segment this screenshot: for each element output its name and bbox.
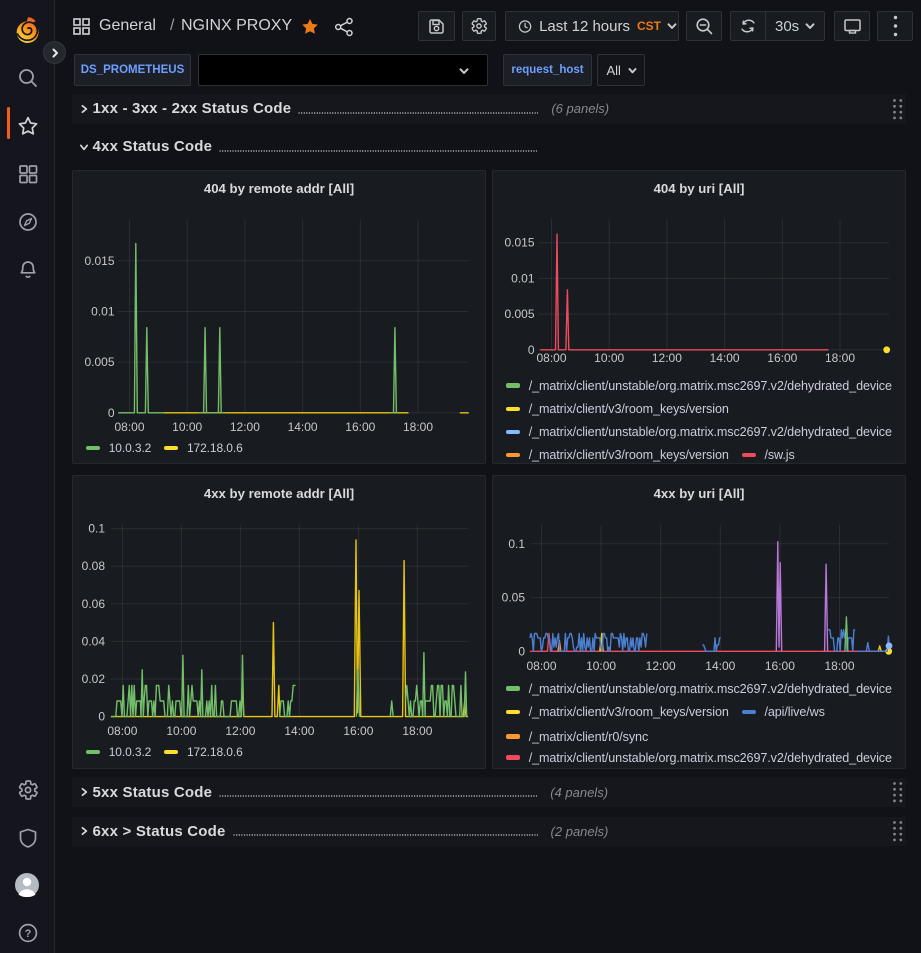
svg-text:10:00: 10:00 bbox=[586, 659, 616, 673]
svg-text:0: 0 bbox=[108, 406, 115, 420]
svg-text:0.08: 0.08 bbox=[82, 559, 106, 573]
svg-text:0: 0 bbox=[518, 644, 525, 658]
svg-text:0.015: 0.015 bbox=[84, 254, 114, 268]
svg-text:18:00: 18:00 bbox=[824, 659, 854, 673]
svg-text:0.1: 0.1 bbox=[508, 537, 525, 551]
svg-text:08:00: 08:00 bbox=[536, 351, 566, 365]
svg-text:0.01: 0.01 bbox=[91, 305, 115, 319]
svg-text:16:00: 16:00 bbox=[765, 659, 795, 673]
svg-text:10:00: 10:00 bbox=[594, 351, 624, 365]
svg-text:0.005: 0.005 bbox=[84, 355, 114, 369]
svg-text:0.015: 0.015 bbox=[504, 236, 534, 250]
svg-text:14:00: 14:00 bbox=[284, 724, 314, 738]
svg-text:08:00: 08:00 bbox=[107, 724, 137, 738]
svg-text:08:00: 08:00 bbox=[114, 420, 144, 434]
svg-text:18:00: 18:00 bbox=[402, 724, 432, 738]
svg-text:0.01: 0.01 bbox=[511, 271, 535, 285]
svg-text:0.1: 0.1 bbox=[88, 522, 105, 536]
svg-text:16:00: 16:00 bbox=[767, 351, 797, 365]
svg-text:0: 0 bbox=[98, 710, 105, 724]
svg-text:?: ? bbox=[25, 928, 32, 940]
svg-text:18:00: 18:00 bbox=[403, 420, 433, 434]
svg-text:0.02: 0.02 bbox=[82, 672, 106, 686]
svg-text:08:00: 08:00 bbox=[526, 659, 556, 673]
svg-text:12:00: 12:00 bbox=[225, 724, 255, 738]
svg-text:10:00: 10:00 bbox=[172, 420, 202, 434]
svg-text:0.04: 0.04 bbox=[82, 634, 106, 648]
svg-text:12:00: 12:00 bbox=[652, 351, 682, 365]
svg-text:16:00: 16:00 bbox=[343, 724, 373, 738]
svg-text:16:00: 16:00 bbox=[345, 420, 375, 434]
svg-text:0.06: 0.06 bbox=[82, 597, 106, 611]
svg-text:14:00: 14:00 bbox=[705, 659, 735, 673]
svg-text:14:00: 14:00 bbox=[288, 420, 318, 434]
svg-text:12:00: 12:00 bbox=[646, 659, 676, 673]
svg-text:14:00: 14:00 bbox=[710, 351, 740, 365]
svg-text:0: 0 bbox=[528, 343, 535, 357]
svg-text:10:00: 10:00 bbox=[166, 724, 196, 738]
svg-text:0.005: 0.005 bbox=[504, 307, 534, 321]
svg-text:0.05: 0.05 bbox=[502, 591, 526, 605]
svg-text:18:00: 18:00 bbox=[825, 351, 855, 365]
svg-text:12:00: 12:00 bbox=[230, 420, 260, 434]
